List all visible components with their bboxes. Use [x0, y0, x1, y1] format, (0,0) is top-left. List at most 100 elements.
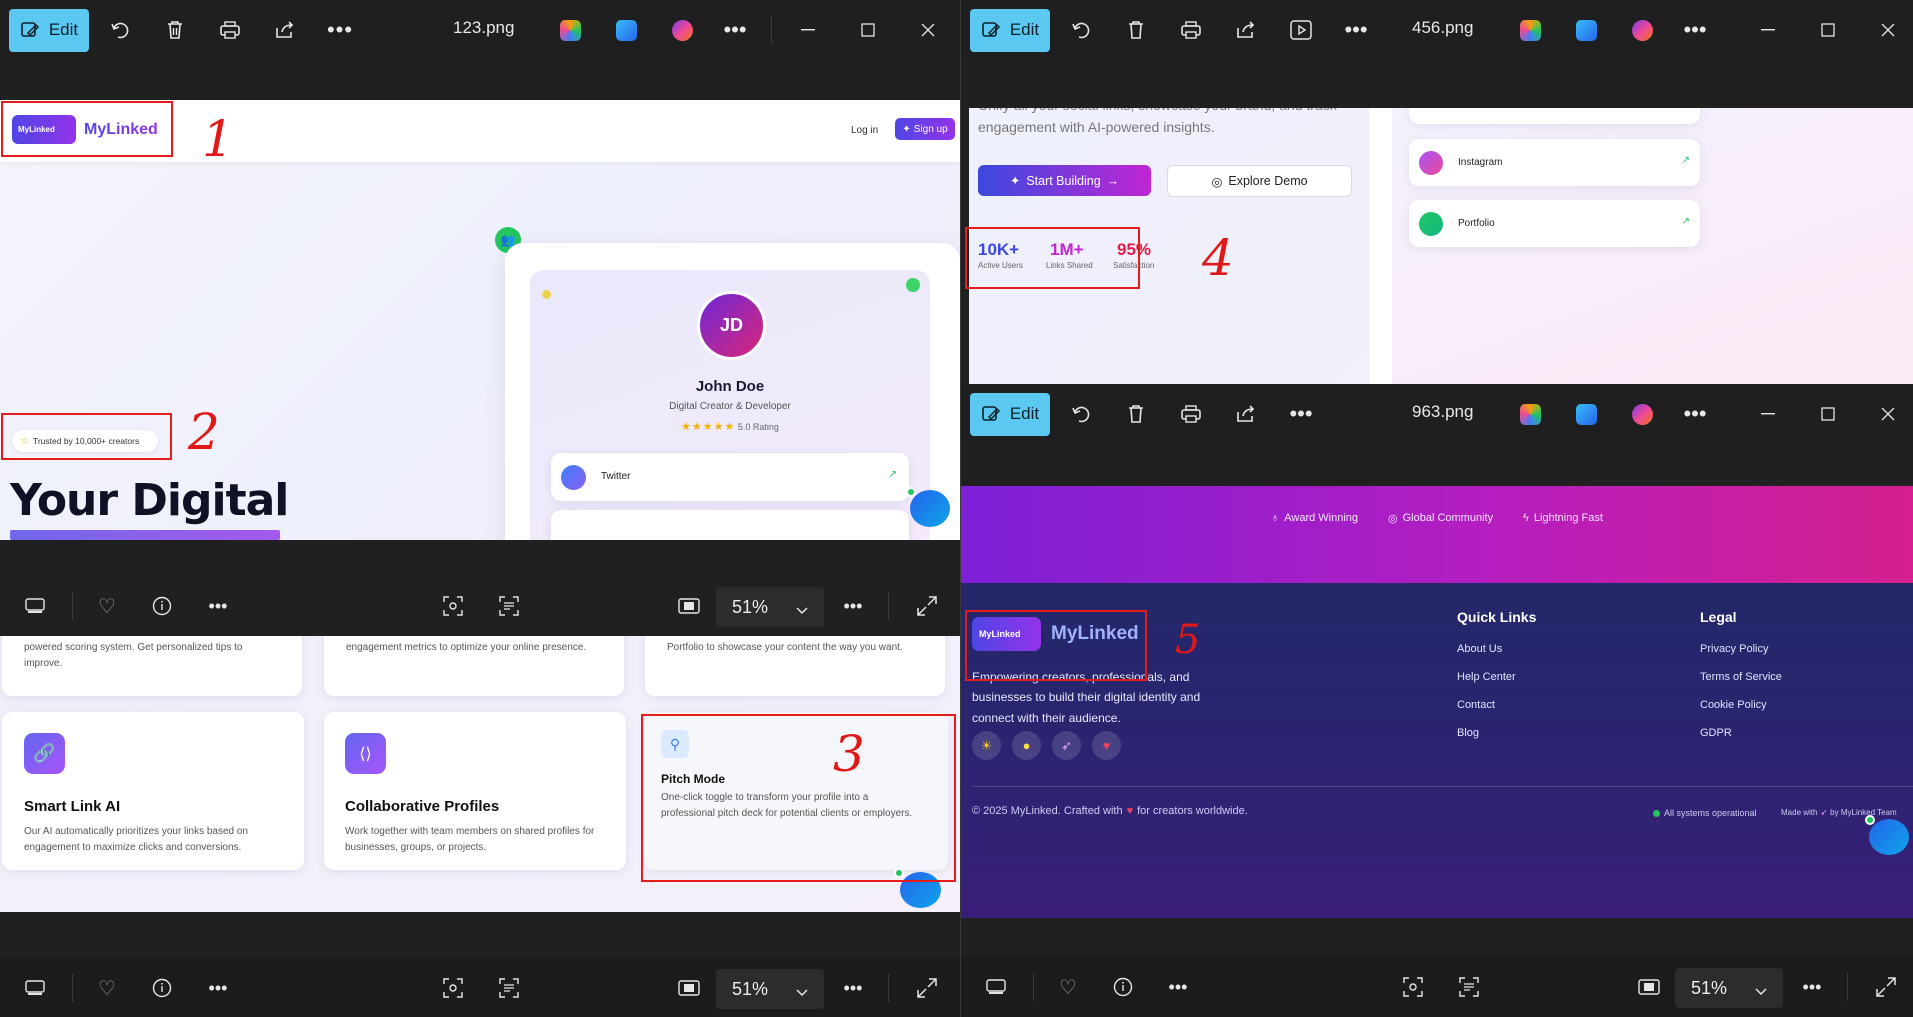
photos-window-2: Edit ••• 456.png ••• Unify all your soci… — [961, 0, 1913, 384]
bottom-toolbar: ♡ ••• 51% ••• — [0, 576, 960, 636]
minimize-icon[interactable] — [795, 17, 821, 43]
login-link[interactable]: Log in — [851, 125, 878, 136]
copilot-icon[interactable] — [560, 20, 581, 41]
explore-demo-button[interactable]: ◎ Explore Demo — [1167, 165, 1352, 197]
text-scan-icon[interactable] — [494, 973, 524, 1003]
info-icon[interactable] — [147, 973, 177, 1003]
chat-bubble-icon[interactable] — [910, 490, 950, 527]
visual-search-icon[interactable] — [438, 591, 468, 621]
share-icon[interactable] — [267, 12, 303, 48]
print-icon[interactable] — [1173, 12, 1209, 48]
designer-icon[interactable] — [616, 20, 637, 41]
quick-link-blog[interactable]: Blog — [1457, 727, 1479, 739]
edit-button[interactable]: Edit — [970, 392, 1050, 436]
link-item-portfolio[interactable]: Portfolio ↗ — [1409, 200, 1700, 247]
chat-bubble-icon[interactable] — [1869, 819, 1909, 855]
expand-icon[interactable] — [912, 591, 942, 621]
more-apps-icon[interactable]: ••• — [1677, 396, 1713, 432]
link-item-top-partial[interactable] — [1409, 108, 1700, 124]
visual-search-icon[interactable] — [1398, 972, 1428, 1002]
rotate-icon[interactable] — [1063, 396, 1099, 432]
minimize-icon[interactable] — [1755, 401, 1781, 427]
zoom-dropdown[interactable]: 51% — [1675, 968, 1783, 1008]
more-icon[interactable]: ••• — [203, 591, 233, 621]
print-icon[interactable] — [1173, 396, 1209, 432]
copilot-icon[interactable] — [1520, 404, 1541, 425]
rotate-icon[interactable] — [1063, 12, 1099, 48]
link-item-instagram[interactable]: Instagram ↗ — [1409, 139, 1700, 186]
more-icon[interactable]: ••• — [838, 591, 868, 621]
info-icon[interactable] — [147, 591, 177, 621]
zoom-dropdown[interactable]: 51% — [716, 587, 824, 627]
maximize-icon[interactable] — [855, 17, 881, 43]
zoom-dropdown[interactable]: 51% — [716, 969, 824, 1009]
favorite-icon[interactable]: ♡ — [92, 591, 122, 621]
designer-icon[interactable] — [1576, 20, 1597, 41]
share-icon[interactable] — [1228, 396, 1264, 432]
visual-search-icon[interactable] — [438, 973, 468, 1003]
sun-icon[interactable]: ☀ — [972, 731, 1001, 760]
rocket-icon[interactable]: ➶ — [1052, 731, 1081, 760]
expand-icon[interactable] — [912, 973, 942, 1003]
rotate-icon[interactable] — [102, 12, 138, 48]
more-apps-icon[interactable]: ••• — [1677, 12, 1713, 48]
close-icon[interactable] — [1875, 401, 1901, 427]
bottom-toolbar: ♡ ••• 51% ••• — [0, 958, 960, 1017]
filmstrip-icon[interactable] — [981, 972, 1011, 1002]
toolbar-separator — [888, 974, 889, 1002]
link-item-partial[interactable] — [551, 510, 909, 540]
delete-icon[interactable] — [1118, 396, 1154, 432]
toolbar-separator — [1033, 973, 1034, 1001]
quick-link-about[interactable]: About Us — [1457, 643, 1502, 655]
legal-gdpr[interactable]: GDPR — [1700, 727, 1732, 739]
more-icon[interactable]: ••• — [1797, 972, 1827, 1002]
filmstrip-icon[interactable] — [20, 973, 50, 1003]
more-icon[interactable]: ••• — [1163, 972, 1193, 1002]
minimize-icon[interactable] — [1755, 17, 1781, 43]
text-scan-icon[interactable] — [494, 591, 524, 621]
share-icon[interactable] — [1228, 12, 1264, 48]
delete-icon[interactable] — [157, 12, 193, 48]
edit-button[interactable]: Edit — [9, 8, 89, 52]
clipchamp-icon[interactable] — [672, 20, 693, 41]
info-icon[interactable] — [1108, 972, 1138, 1002]
slideshow-icon[interactable] — [1283, 12, 1319, 48]
filmstrip-icon[interactable] — [20, 591, 50, 621]
delete-icon[interactable] — [1118, 12, 1154, 48]
more-icon[interactable]: ••• — [203, 973, 233, 1003]
start-building-button[interactable]: ✦ Start Building → — [978, 165, 1151, 196]
clipchamp-icon[interactable] — [1632, 20, 1653, 41]
copilot-icon[interactable] — [1520, 20, 1541, 41]
close-icon[interactable] — [915, 17, 941, 43]
legal-terms[interactable]: Terms of Service — [1700, 671, 1782, 683]
maximize-icon[interactable] — [1815, 17, 1841, 43]
more-icon[interactable]: ••• — [838, 973, 868, 1003]
print-icon[interactable] — [212, 12, 248, 48]
lightbulb-icon[interactable]: ● — [1012, 731, 1041, 760]
designer-icon[interactable] — [1576, 404, 1597, 425]
quick-link-help[interactable]: Help Center — [1457, 671, 1516, 683]
close-icon[interactable] — [1875, 17, 1901, 43]
rating-stars: ★★★★★ — [681, 421, 736, 433]
link-item-twitter[interactable]: Twitter ↗ — [551, 453, 909, 501]
fit-view-icon[interactable] — [674, 591, 704, 621]
maximize-icon[interactable] — [1815, 401, 1841, 427]
quick-link-contact[interactable]: Contact — [1457, 699, 1495, 711]
heart-icon[interactable]: ♥ — [1092, 731, 1121, 760]
fit-view-icon[interactable] — [674, 973, 704, 1003]
legal-cookie[interactable]: Cookie Policy — [1700, 699, 1767, 711]
more-icon[interactable]: ••• — [1283, 396, 1319, 432]
favorite-icon[interactable]: ♡ — [92, 973, 122, 1003]
more-icon[interactable]: ••• — [322, 12, 358, 48]
fit-view-icon[interactable] — [1634, 972, 1664, 1002]
legal-privacy[interactable]: Privacy Policy — [1700, 643, 1768, 655]
favorite-icon[interactable]: ♡ — [1053, 972, 1083, 1002]
more-icon[interactable]: ••• — [1338, 12, 1374, 48]
text-scan-icon[interactable] — [1454, 972, 1484, 1002]
arrow-right-icon: → — [1106, 173, 1120, 188]
expand-icon[interactable] — [1871, 972, 1901, 1002]
edit-button[interactable]: Edit — [970, 8, 1050, 52]
clipchamp-icon[interactable] — [1632, 404, 1653, 425]
signup-button[interactable]: ✦ Sign up — [895, 118, 955, 140]
more-apps-icon[interactable]: ••• — [717, 12, 753, 48]
